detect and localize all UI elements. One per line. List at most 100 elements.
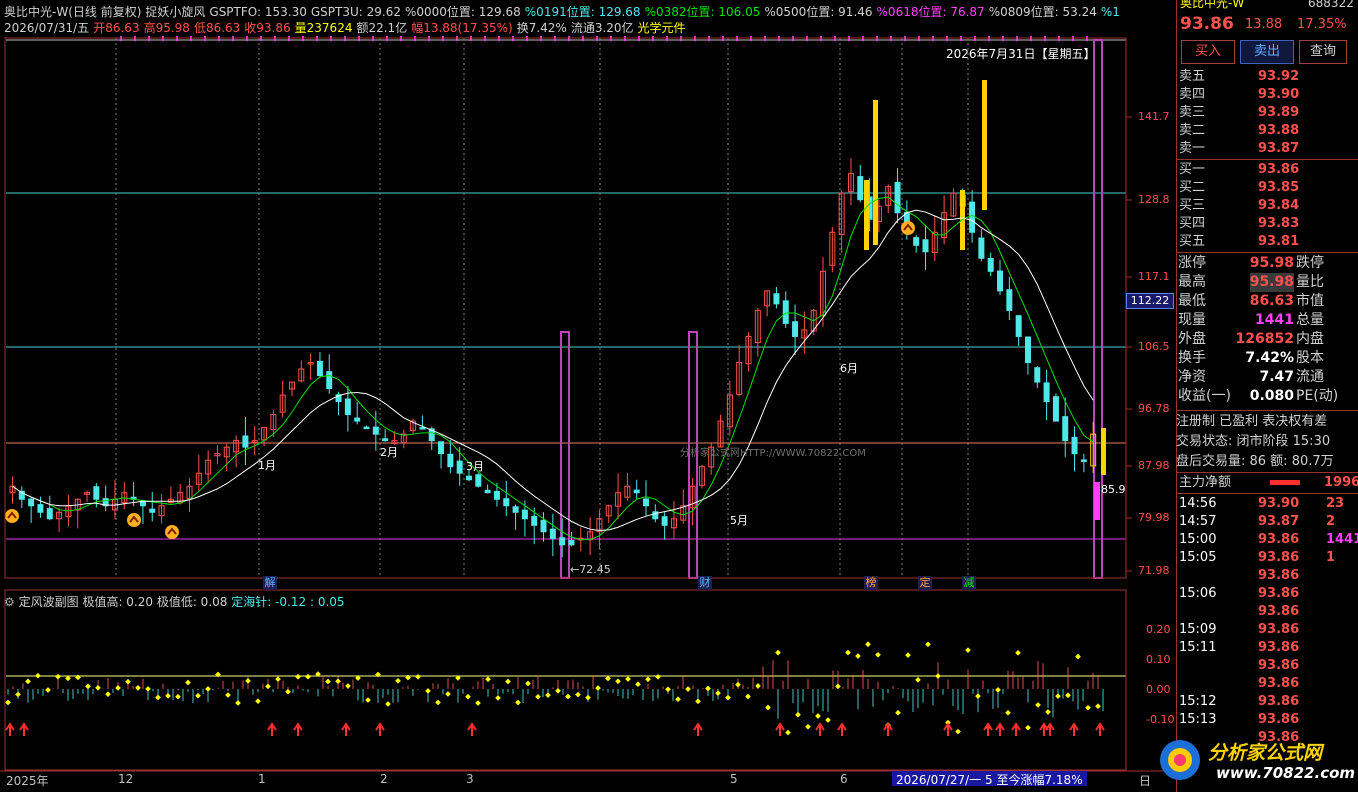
tick-cell: 93.86: [1258, 604, 1300, 619]
candle-body: [326, 371, 333, 390]
tick-cell: 15:11: [1179, 640, 1217, 655]
date-axis-label: 1: [258, 772, 266, 786]
candle-body: [475, 474, 482, 487]
info-registration: 注册制 已盈利 表决权有差: [1176, 414, 1328, 429]
candle-body: [242, 435, 249, 448]
buy-button[interactable]: 买入: [1181, 40, 1235, 64]
header-field: %0618位置: 76.87: [876, 5, 985, 19]
buy-signal-icon: [165, 525, 179, 539]
sub-dot: [1085, 704, 1091, 711]
sub-dot: [1035, 702, 1041, 708]
tick-row: 93.86: [1176, 567, 1358, 585]
sub-dot: [25, 678, 31, 685]
tick-cell: 93.90: [1258, 496, 1300, 511]
sub-dot: [75, 674, 81, 681]
brand-logo: 分析家公式网 www.70822.com: [1150, 730, 1355, 788]
sub-dot: [155, 694, 161, 701]
tick-row: 15:09 93.86: [1176, 621, 1358, 639]
date-overlay: 2026年7月31日【星期五】: [946, 47, 1096, 61]
low-price-label: ←72.45: [570, 563, 611, 576]
tick-cell: 93.86: [1258, 532, 1300, 547]
signal-arrow: [1069, 722, 1079, 736]
candle-body: [1062, 416, 1069, 442]
sub-dot: [385, 701, 391, 707]
stat-cell: 95.98: [1249, 255, 1294, 271]
signal-arrow: [943, 722, 953, 736]
sub-chart-needle: 定海针: -0.12 : 0.05: [231, 595, 345, 609]
sub-dot: [775, 649, 781, 656]
header-field: 2026/07/31/五: [4, 21, 90, 35]
price-change: 13.88: [1245, 17, 1283, 32]
stat-cell: 换手: [1178, 350, 1206, 366]
sub-chart-params: 极值高: 0.20 极值低: 0.08: [82, 595, 228, 609]
bid-row-cell: 买四: [1179, 216, 1206, 231]
bid-row-cell: 买二: [1179, 180, 1206, 195]
sub-dot: [795, 711, 801, 718]
tick-cell: 15:06: [1179, 586, 1217, 601]
sub-dot: [495, 695, 501, 701]
sub-dot: [145, 686, 151, 692]
sub-dot: [235, 700, 241, 706]
signal-arrow: [5, 722, 15, 736]
tick-cell: 15:05: [1179, 550, 1217, 565]
gear-icon[interactable]: ⚙: [4, 595, 15, 609]
sub-dot: [785, 729, 791, 736]
sub-dot: [645, 676, 651, 683]
tick-cell: 93.87: [1258, 514, 1300, 529]
tick-row: 93.86: [1176, 603, 1358, 621]
stat-cell: 现量: [1178, 312, 1206, 328]
info-trading-state: 交易状态: 闭市阶段 15:30: [1176, 434, 1331, 449]
price-axis-tick: 96.78: [1138, 402, 1170, 415]
tick-cell: 93.86: [1258, 658, 1300, 673]
candle-body: [1052, 396, 1059, 422]
highlight-candle: [1101, 428, 1106, 475]
header-field: 低86.63: [193, 21, 241, 35]
tick-cell: 93.86: [1258, 712, 1300, 727]
price-cursor-tag: 112.22: [1126, 293, 1174, 309]
sub-axis-tick: 0.00: [1146, 683, 1171, 696]
header-field: 开86.63: [93, 21, 140, 35]
header-field: %0000位置: 129.68: [404, 5, 521, 19]
sub-dot: [415, 673, 421, 680]
candle-body: [149, 508, 156, 513]
sub-dot: [515, 699, 521, 706]
signal-arrow: [983, 722, 993, 736]
stat-row: 最低 86.63 市值: [1176, 292, 1358, 311]
sub-dot: [395, 677, 401, 684]
stat-cell: 市值: [1296, 293, 1324, 309]
stat-cell: 7.42%: [1245, 350, 1294, 366]
sub-dot: [1075, 653, 1081, 660]
sub-dot: [725, 694, 731, 701]
date-axis-label: 5: [730, 772, 738, 786]
candle-body: [987, 258, 994, 272]
candle-body: [894, 181, 901, 214]
sub-dot: [975, 693, 981, 699]
sell-button[interactable]: 卖出: [1240, 40, 1294, 64]
sub-dot: [205, 686, 211, 692]
candle-body: [521, 509, 528, 520]
ma5-line: [12, 196, 1094, 541]
sub-dot: [55, 673, 61, 680]
header-field: 收93.86: [244, 21, 291, 35]
stat-cell: 外盘: [1178, 331, 1206, 347]
bid-row-cell: 买一: [1179, 162, 1206, 177]
month-marker: 1月: [258, 459, 276, 472]
candle-body: [28, 498, 35, 507]
sub-dot: [655, 674, 661, 680]
sub-dot: [745, 693, 751, 700]
query-button[interactable]: 查询: [1299, 40, 1347, 64]
sub-dot: [955, 728, 961, 735]
sub-dot: [665, 686, 671, 693]
ask-row-cell: 卖三: [1179, 105, 1206, 120]
signal-arrow: [1011, 722, 1021, 736]
candle-body: [643, 498, 650, 507]
tick-row: 93.86: [1176, 675, 1358, 693]
stat-cell: 收益(一): [1178, 388, 1231, 404]
event-mark: 减: [962, 576, 976, 590]
candle-body: [997, 270, 1004, 292]
sub-dot: [875, 651, 881, 658]
bid-row-cell: 93.85: [1258, 180, 1300, 195]
sub-dot: [835, 683, 841, 690]
candle-body: [978, 237, 985, 259]
month-marker: 2月: [380, 446, 398, 459]
